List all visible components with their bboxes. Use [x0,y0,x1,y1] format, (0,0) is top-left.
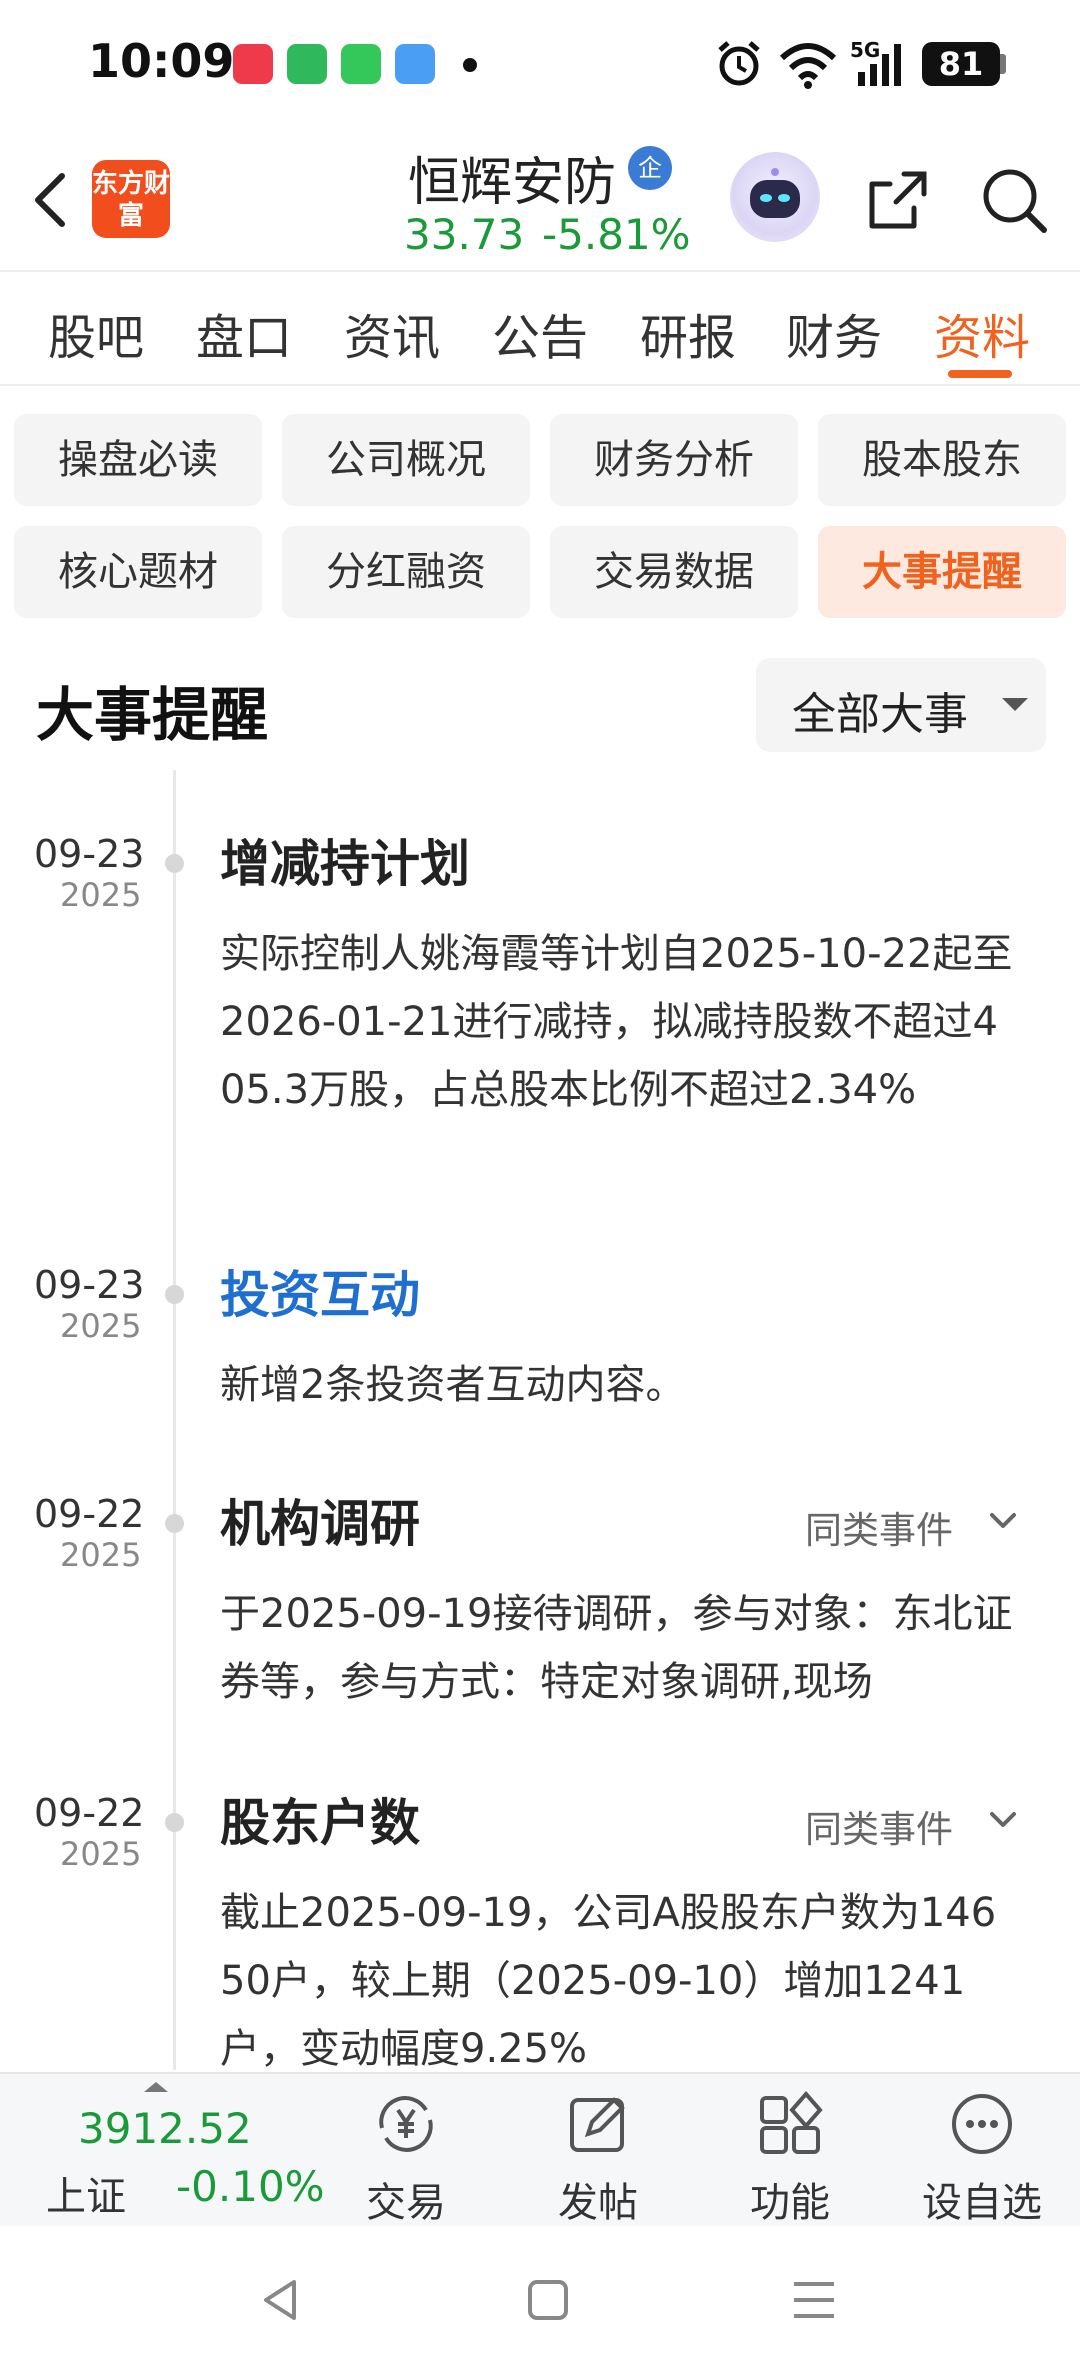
system-home-icon[interactable] [518,2270,578,2330]
event-date: 09-22 [34,1492,145,1536]
main-tabs: 股吧 盘口 资讯 公告 研报 财务 资料 [0,274,1080,386]
more-dots-icon [952,2094,1012,2154]
index-change: -0.10% [176,2162,325,2211]
timeline-dot [165,1813,184,1832]
event-date: 09-23 [34,1263,145,1307]
nav-label: 交易 [366,2180,446,2226]
timeline-line [173,770,176,2070]
event-year: 2025 [60,1307,142,1345]
event-date: 09-23 [34,832,145,876]
nav-label: 功能 [750,2180,830,2226]
back-button[interactable] [22,160,82,240]
robot-icon [750,168,800,218]
category-major-events[interactable]: 大事提醒 [818,526,1066,618]
ai-assistant-button[interactable] [730,152,820,242]
system-navigation-bar [0,2226,1080,2376]
stock-price: 33.73 [404,210,525,259]
similar-events-button[interactable]: 同类事件 [805,1500,953,1554]
event-title-link[interactable]: 投资互动 [220,1255,420,1327]
battery-indicator: 81 [922,42,1000,86]
nav-label: 发帖 [558,2180,638,2226]
caret-up-icon [144,2082,168,2092]
active-tab-indicator [948,370,1012,378]
stock-name: 恒辉安防 [408,153,617,213]
app-logo[interactable]: 东方财富 [92,160,170,238]
more-notifications-icon [463,58,477,72]
category-dividends-financing[interactable]: 分红融资 [282,526,530,618]
bottom-toolbar: 3912.52 上证 -0.10% 交易 发帖 功能 设自选 [0,2072,1080,2226]
enterprise-badge: 企 [628,146,672,190]
status-time: 10:09 [88,34,235,88]
weather-icon [395,44,435,84]
index-name: 上证 [46,2174,126,2220]
grid-functions-icon [760,2090,823,2154]
similar-events-button[interactable]: 同类事件 [805,1799,953,1853]
xiaohongshu-icon [233,44,273,84]
wifi-icon [779,43,837,89]
tab-guba[interactable]: 股吧 [48,298,144,368]
stock-header: 东方财富 恒辉安防 企 33.73 -5.81% [0,130,1080,272]
filter-label: 全部大事 [792,689,968,740]
event-date: 09-22 [34,1791,145,1835]
category-company-overview[interactable]: 公司概况 [282,414,530,506]
nav-add-watchlist[interactable]: 设自选 [902,2074,1062,2228]
grid-app-icon [287,44,327,84]
timeline-dot [165,1514,184,1533]
tab-research[interactable]: 研报 [640,298,736,368]
event-body: 新增2条投资者互动内容。 [220,1362,686,1408]
tab-pankou[interactable]: 盘口 [196,298,292,368]
tab-announcements[interactable]: 公告 [492,298,588,368]
event-body: 于2025-09-19接待调研，参与对象：东北证券等，参与方式：特定对象调研,现… [220,1591,1013,1705]
category-trading-must-read[interactable]: 操盘必读 [14,414,262,506]
event-year: 2025 [60,1835,142,1873]
chevron-down-icon[interactable] [986,1504,1020,1538]
nav-post[interactable]: 发帖 [518,2074,678,2228]
tab-news[interactable]: 资讯 [344,298,440,368]
nav-trade[interactable]: 交易 [326,2074,486,2228]
event-filter-dropdown[interactable]: 全部大事 [756,658,1046,752]
system-back-icon[interactable] [252,2270,312,2330]
share-button[interactable] [858,160,938,240]
alarm-icon [718,41,760,86]
stock-change: -5.81% [542,210,691,259]
index-value: 3912.52 [78,2104,252,2153]
category-trading-data[interactable]: 交易数据 [550,526,798,618]
event-body: 实际控制人姚海霞等计划自2025-10-22起至2026-01-21进行减持，拟… [220,931,1013,1113]
tab-profile[interactable]: 资料 [934,298,1030,368]
event-year: 2025 [60,1536,142,1574]
nav-functions[interactable]: 功能 [710,2074,870,2228]
timeline-dot [165,854,184,873]
category-core-themes[interactable]: 核心题材 [14,526,262,618]
search-button[interactable] [974,160,1054,240]
market-index-widget[interactable]: 3912.52 上证 -0.10% [0,2074,330,2228]
chevron-down-icon[interactable] [986,1803,1020,1837]
status-bar: 10:09 5G 81 [0,0,1080,130]
nav-label: 设自选 [922,2180,1042,2226]
event-title: 机构调研 [220,1495,420,1553]
yen-exchange-icon [379,2096,433,2152]
category-financial-analysis[interactable]: 财务分析 [550,414,798,506]
event-body: 截止2025-09-19，公司A股股东户数为14650户，较上期（2025-09… [220,1890,997,2072]
tab-finance[interactable]: 财务 [786,298,882,368]
category-shareholders[interactable]: 股本股东 [818,414,1066,506]
messages-icon [341,44,381,84]
signal-icon [858,44,901,86]
event-title: 增减持计划 [220,835,470,893]
timeline-dot [165,1285,184,1304]
edit-post-icon [570,2097,625,2152]
battery-tip [1000,54,1006,74]
caret-down-icon [1002,698,1028,711]
event-title: 股东户数 [220,1794,420,1852]
section-title: 大事提醒 [36,681,269,749]
system-menu-icon[interactable] [784,2270,844,2330]
event-year: 2025 [60,876,142,914]
